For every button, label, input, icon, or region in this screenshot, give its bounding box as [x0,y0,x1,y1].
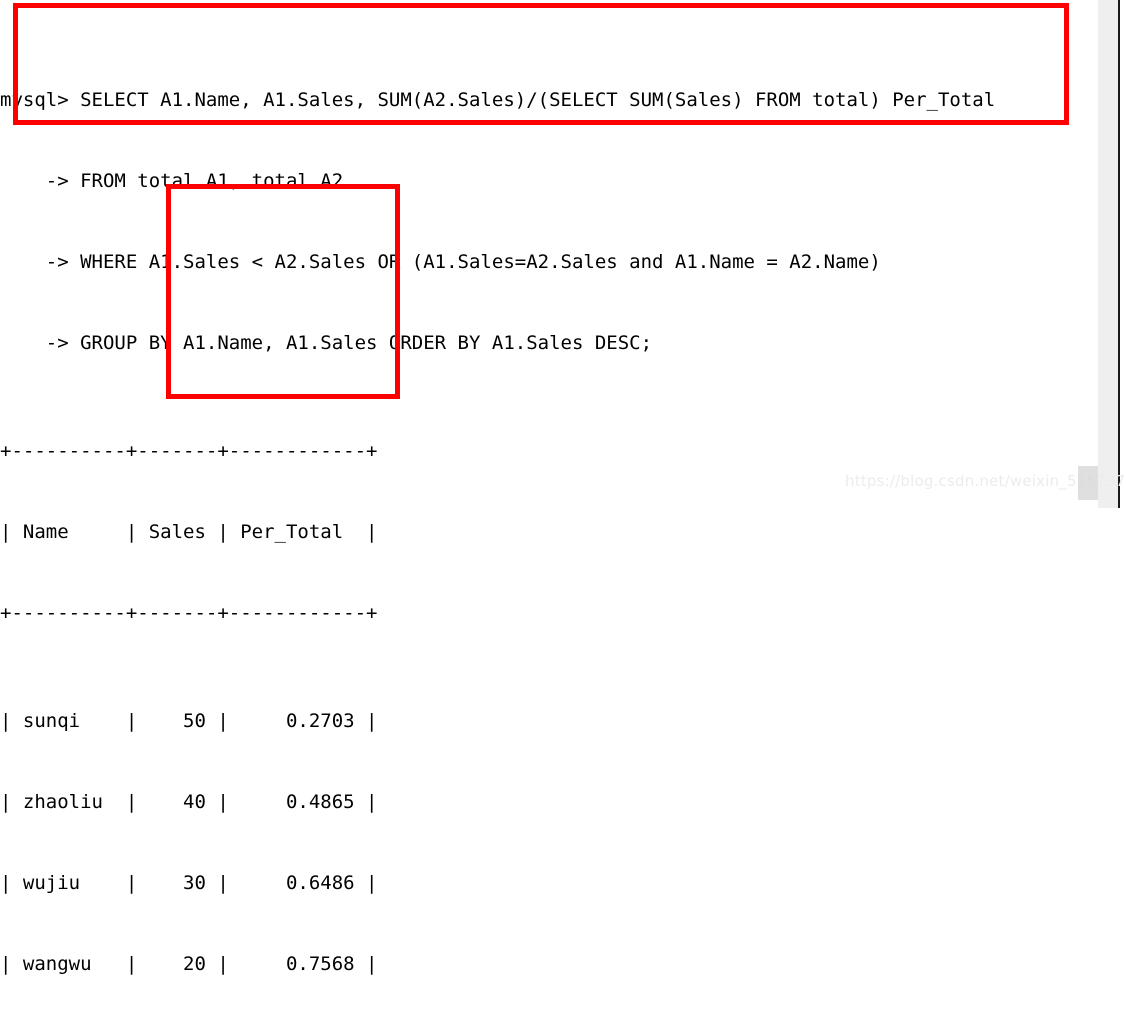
query-line-4: -> GROUP BY A1.Name, A1.Sales ORDER BY A… [0,332,653,354]
table-row: | sunqi | 50 | 0.2703 | [0,710,378,732]
vertical-scrollbar[interactable] [1098,0,1120,508]
query-line-3: -> WHERE A1.Sales < A2.Sales OR (A1.Sale… [0,251,881,273]
table-row: | wujiu | 30 | 0.6486 | [0,872,378,894]
table-row: | wangwu | 20 | 0.7568 | [0,953,378,975]
table-row: | zhaoliu | 40 | 0.4865 | [0,791,378,813]
table-header-row: | Name | Sales | Per_Total | [0,521,378,543]
query-line-1: mysql> SELECT A1.Name, A1.Sales, SUM(A2.… [0,89,996,111]
table-separator-top: +----------+-------+------------+ [0,440,378,462]
terminal-output[interactable]: mysql> SELECT A1.Name, A1.Sales, SUM(A2.… [0,0,1098,975]
table-separator-header: +----------+-------+------------+ [0,602,378,624]
query-line-2: -> FROM total A1, total A2 [0,170,344,192]
